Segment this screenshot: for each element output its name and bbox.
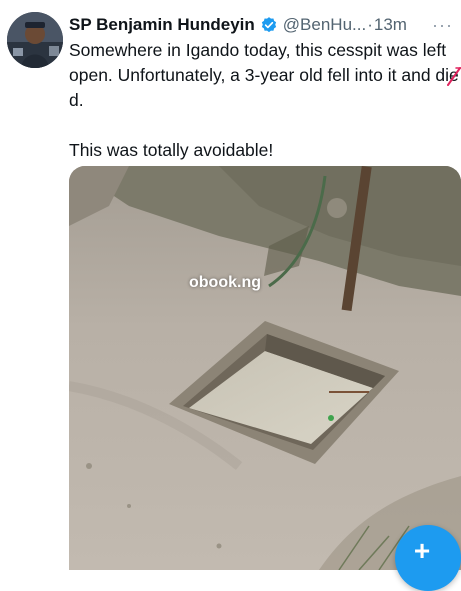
compose-button[interactable]: + [395,525,461,591]
tweet-media-photo[interactable]: obook.ng [69,166,461,570]
struck-letter-text: e [449,65,459,85]
tweet-text-line-1: Somewhere in Igando today, this cesspit … [69,40,450,85]
tweet-header: SP Benjamin Hundeyin @BenHu... · 13m ··· [69,13,453,37]
media-watermark: obook.ng [189,274,261,291]
plus-icon: + [413,535,431,566]
tweet-text-paragraph-1: Somewhere in Igando today, this cesspit … [69,38,461,113]
author-name[interactable]: SP Benjamin Hundeyin [69,15,255,35]
tweet-text-line-1-end: d. [69,90,84,110]
tweet-timestamp[interactable]: 13m [374,15,407,35]
tweet-text: Somewhere in Igando today, this cesspit … [69,38,461,163]
tweet-text-line-2: This was totally avoidable! [69,140,274,160]
author-handle[interactable]: @BenHu... [283,15,366,35]
separator-dot: · [367,15,373,34]
verified-badge-icon [260,16,278,34]
author-avatar[interactable] [7,12,63,68]
more-horizontal-icon[interactable]: ··· [432,15,453,36]
struck-letter: e [447,63,461,88]
cesspit-photo [69,166,461,570]
